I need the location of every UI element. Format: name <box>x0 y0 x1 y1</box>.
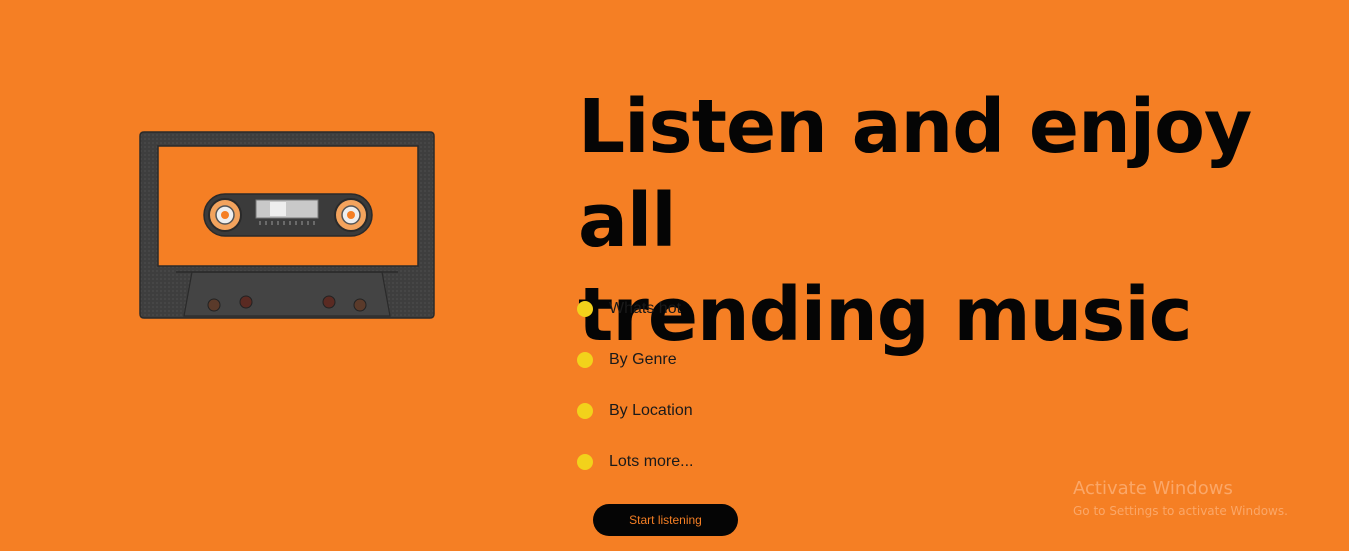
feature-label: Lots more... <box>609 453 694 470</box>
bullet-icon <box>577 352 593 368</box>
feature-label: By Genre <box>609 351 677 368</box>
bullet-icon <box>577 454 593 470</box>
watermark-title: Activate Windows <box>1073 478 1233 499</box>
feature-item-lots-more: Lots more... <box>577 449 693 475</box>
feature-label: By Location <box>609 402 693 419</box>
bullet-icon <box>577 301 593 317</box>
feature-item-by-genre: By Genre <box>577 347 693 373</box>
bullet-icon <box>577 403 593 419</box>
cassette-image <box>136 130 438 320</box>
activate-windows-watermark: Activate Windows Go to Settings to activ… <box>1073 478 1288 522</box>
feature-item-whats-hot: Whats hot <box>577 296 693 322</box>
watermark-subtitle: Go to Settings to activate Windows. <box>1073 504 1288 518</box>
feature-list: Whats hot By Genre By Location Lots more… <box>577 296 693 500</box>
headline-line-1: Listen and enjoy all <box>578 84 1252 264</box>
cassette-tape-icon <box>139 131 435 319</box>
feature-item-by-location: By Location <box>577 398 693 424</box>
feature-label: Whats hot <box>609 300 682 317</box>
start-listening-button[interactable]: Start listening <box>593 504 738 536</box>
